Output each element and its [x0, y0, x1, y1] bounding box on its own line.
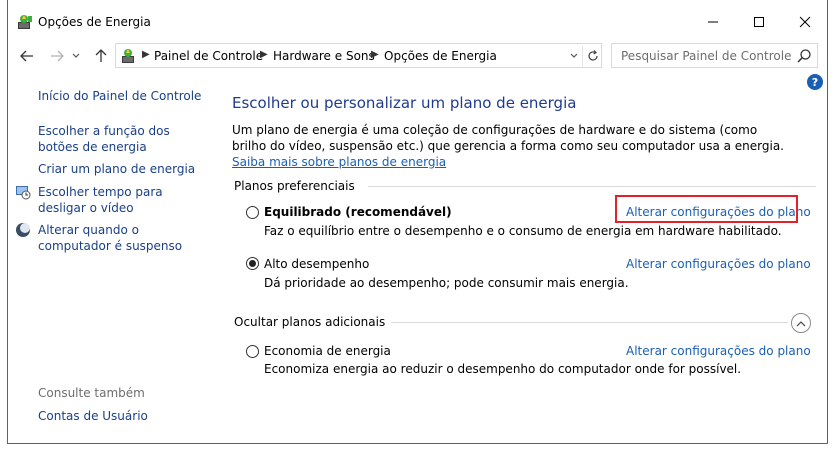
control-panel-icon — [122, 49, 134, 63]
sidebar-link-power-buttons[interactable]: Escolher a função dos botões de energia — [38, 123, 208, 155]
recent-locations-button[interactable] — [68, 46, 84, 66]
breadcrumb-separator-icon: ▶ — [371, 49, 379, 60]
sidebar-link-user-accounts[interactable]: Contas de Usuário — [38, 408, 148, 424]
up-button[interactable] — [90, 46, 112, 66]
chevron-up-icon — [796, 320, 806, 326]
group-divider — [376, 322, 788, 323]
address-bar[interactable]: ▶ Painel de Controle ▶ Hardware e Sons ▶… — [115, 43, 602, 68]
additional-plans-heading: Ocultar planos adicionais — [234, 315, 392, 329]
navigation-bar: ▶ Painel de Controle ▶ Hardware e Sons ▶… — [8, 41, 827, 71]
sidebar-link-display-off[interactable]: Escolher tempo para desligar o vídeo — [38, 184, 210, 216]
close-button[interactable] — [782, 0, 828, 44]
maximize-button[interactable] — [736, 0, 782, 44]
change-plan-settings-link-high-performance[interactable]: Alterar configurações do plano — [626, 257, 811, 271]
breadcrumb-separator-icon: ▶ — [260, 49, 268, 60]
breadcrumb-control-panel[interactable]: Painel de Controle — [154, 49, 263, 63]
minimize-icon — [708, 21, 718, 23]
plan-name-power-saver[interactable]: Economia de energia — [264, 344, 391, 358]
search-icon[interactable] — [796, 48, 812, 64]
sidebar-link-create-plan[interactable]: Criar um plano de energia — [38, 161, 195, 177]
forward-button[interactable] — [46, 46, 68, 66]
plan-radio-high-performance[interactable] — [246, 257, 259, 270]
sidebar-link-control-panel-home[interactable]: Início do Painel de Controle — [38, 88, 201, 104]
learn-more-link[interactable]: Saiba mais sobre planos de energia — [232, 155, 446, 169]
minimize-button[interactable] — [690, 0, 736, 44]
arrow-left-icon — [20, 50, 33, 62]
change-plan-settings-link-power-saver[interactable]: Alterar configurações do plano — [626, 344, 811, 358]
preferred-plans-heading: Planos preferenciais — [234, 179, 361, 193]
search-input[interactable]: Pesquisar Painel de Controle — [621, 49, 791, 63]
plan-name-high-performance[interactable]: Alto desempenho — [264, 257, 369, 271]
window-title: Opções de Energia — [38, 15, 151, 29]
plan-description-power-saver: Economiza energia ao reduzir o desempenh… — [264, 362, 742, 376]
refresh-button[interactable] — [582, 46, 602, 66]
breadcrumb-hardware-sound[interactable]: Hardware e Sons — [273, 49, 375, 63]
description-text: Um plano de energia é uma coleção de con… — [232, 123, 784, 153]
help-button[interactable]: ? — [807, 74, 823, 90]
arrow-right-icon — [51, 50, 64, 62]
address-dropdown-button[interactable] — [567, 47, 581, 65]
collapse-plans-button[interactable] — [791, 313, 811, 333]
refresh-icon — [587, 50, 598, 61]
moon-sleep-icon — [16, 223, 30, 237]
plan-radio-balanced[interactable] — [246, 206, 259, 219]
search-box[interactable]: Pesquisar Painel de Controle — [611, 43, 818, 68]
group-divider — [368, 186, 816, 187]
page-description: Um plano de energia é uma coleção de con… — [232, 122, 792, 170]
sidebar-link-sleep[interactable]: Alterar quando o computador é suspenso — [38, 222, 210, 254]
title-bar: Opções de Energia — [8, 0, 827, 44]
arrow-up-icon — [95, 49, 107, 62]
plan-radio-power-saver[interactable] — [246, 345, 259, 358]
breadcrumb-power-options[interactable]: Opções de Energia — [384, 49, 497, 63]
maximize-icon — [754, 17, 764, 27]
plan-name-balanced[interactable]: Equilibrado (recomendável) — [264, 205, 452, 219]
display-timer-icon — [16, 186, 31, 200]
chevron-down-icon — [72, 53, 80, 58]
window: Opções de Energia ▶ Painel de Controle ▶… — [7, 0, 828, 444]
see-also-heading: Consulte também — [38, 386, 145, 400]
close-icon — [799, 16, 811, 28]
plan-description-high-performance: Dá prioridade ao desempenho; pode consum… — [264, 276, 629, 290]
page-title: Escolher ou personalizar um plano de ene… — [232, 94, 577, 112]
power-options-icon — [18, 15, 32, 29]
back-button[interactable] — [16, 46, 38, 66]
highlight-box — [615, 195, 798, 223]
breadcrumb-separator-icon: ▶ — [142, 49, 150, 60]
plan-description-balanced: Faz o equilíbrio entre o desempenho e o … — [264, 224, 782, 238]
chevron-down-icon — [570, 53, 578, 58]
